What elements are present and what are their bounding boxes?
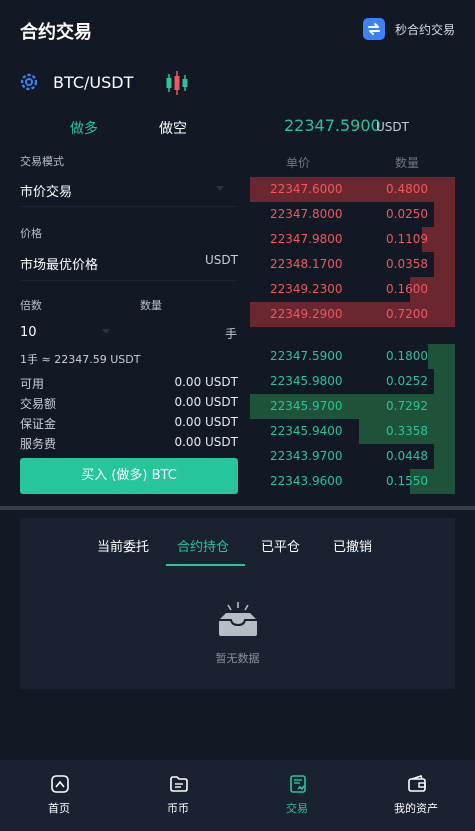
wallet-icon (170, 776, 188, 792)
ask-row[interactable]: 22347.6000 0.4800 (250, 177, 455, 202)
nav-spot[interactable]: 币币 (119, 760, 237, 831)
divider (20, 280, 238, 281)
info-available: 可用 0.00 USDT (20, 375, 238, 391)
tab-short[interactable]: 做空 (159, 118, 187, 138)
tab-open-orders[interactable]: 当前委托 (97, 536, 149, 555)
active-tab-indicator (166, 564, 245, 566)
tab-closed[interactable]: 已平仓 (261, 536, 300, 555)
tab-cancelled[interactable]: 已撤销 (333, 536, 372, 555)
last-price: 22347.5900 (284, 116, 381, 135)
assets-icon (408, 774, 426, 792)
nav-home[interactable]: 首页 (0, 760, 118, 831)
info-trade-amount: 交易额 0.00 USDT (20, 395, 238, 411)
price-field[interactable]: 市场最优价格 (20, 254, 98, 273)
trade-mode-select[interactable]: 市价交易 (20, 181, 72, 200)
orders-panel: 当前委托 合约持仓 已平仓 已撤销 暂无数据 (20, 518, 455, 689)
ask-depth-bar (434, 252, 455, 277)
orderbook-qty-header: 数量 (395, 156, 420, 170)
bid-row[interactable]: 22345.9400 0.3358 (250, 419, 455, 444)
chevron-down-icon[interactable] (102, 329, 110, 334)
seconds-contract-label: 秒合约交易 (394, 22, 455, 37)
nav-spot-label: 币币 (167, 802, 189, 815)
empty-state-text: 暂无数据 (215, 652, 260, 665)
leverage-label: 倍数 (20, 299, 42, 312)
bid-depth-bar (434, 369, 455, 394)
bid-row[interactable]: 22347.5900 0.1800 (250, 344, 455, 369)
bottom-nav: 首页 币币 交易 我的资产 (0, 760, 475, 831)
bid-row[interactable]: 22345.9800 0.0252 (250, 369, 455, 394)
ask-depth-bar (434, 202, 455, 227)
home-icon (51, 775, 69, 793)
trade-icon (290, 775, 306, 793)
ask-row[interactable]: 22347.8000 0.0250 (250, 202, 455, 227)
seconds-contract-link[interactable]: 秒合约交易 (362, 18, 455, 40)
price-label: 价格 (20, 227, 42, 240)
nav-assets[interactable]: 我的资产 (357, 760, 475, 831)
quantity-label: 数量 (140, 299, 162, 312)
ask-row[interactable]: 22347.9800 0.1109 (250, 227, 455, 252)
ask-row[interactable]: 22349.2300 0.1600 (250, 277, 455, 302)
bid-row[interactable]: 22343.9600 0.1550 (250, 469, 455, 494)
buy-long-button[interactable]: 买入 (做多) BTC (20, 458, 238, 494)
header: 合约交易 秒合约交易 (0, 0, 475, 60)
nav-assets-label: 我的资产 (394, 802, 438, 815)
nav-home-label: 首页 (48, 802, 70, 815)
trade-mode-label: 交易模式 (20, 155, 64, 168)
page-title: 合约交易 (20, 22, 92, 43)
candlestick-icon[interactable] (164, 69, 190, 97)
quantity-unit: 手 (225, 327, 238, 341)
ask-row[interactable]: 22348.1700 0.0358 (250, 252, 455, 277)
price-unit: USDT (205, 253, 238, 267)
swap-icon (362, 18, 385, 40)
empty-tray-icon (216, 600, 260, 640)
pair-row: BTC/USDT (0, 66, 475, 100)
bid-row[interactable]: 22345.9700 0.7292 (250, 394, 455, 419)
lot-note: 1手 ≈ 22347.59 USDT (20, 353, 141, 366)
info-margin: 保证金 0.00 USDT (20, 415, 238, 431)
bid-depth-bar (428, 344, 455, 369)
bid-row[interactable]: 22343.9700 0.0448 (250, 444, 455, 469)
leverage-select[interactable]: 10 (20, 325, 37, 340)
quantity-input[interactable] (120, 325, 225, 341)
pair-name[interactable]: BTC/USDT (53, 73, 133, 92)
last-price-unit: USDT (376, 120, 409, 134)
gear-icon[interactable] (18, 71, 40, 93)
ask-row[interactable]: 22349.2900 0.7200 (250, 302, 455, 327)
bid-depth-bar (434, 444, 455, 469)
tab-positions[interactable]: 合约持仓 (177, 536, 229, 555)
nav-trade-label: 交易 (286, 802, 308, 815)
section-divider (0, 506, 475, 510)
tab-long[interactable]: 做多 (70, 118, 98, 138)
nav-trade[interactable]: 交易 (238, 760, 356, 831)
orderbook-price-header: 单价 (286, 156, 311, 170)
chevron-down-icon[interactable] (216, 186, 224, 191)
divider (20, 206, 238, 207)
info-service-fee: 服务费 0.00 USDT (20, 435, 238, 451)
side-tabs: 做多 做空 (0, 116, 250, 138)
